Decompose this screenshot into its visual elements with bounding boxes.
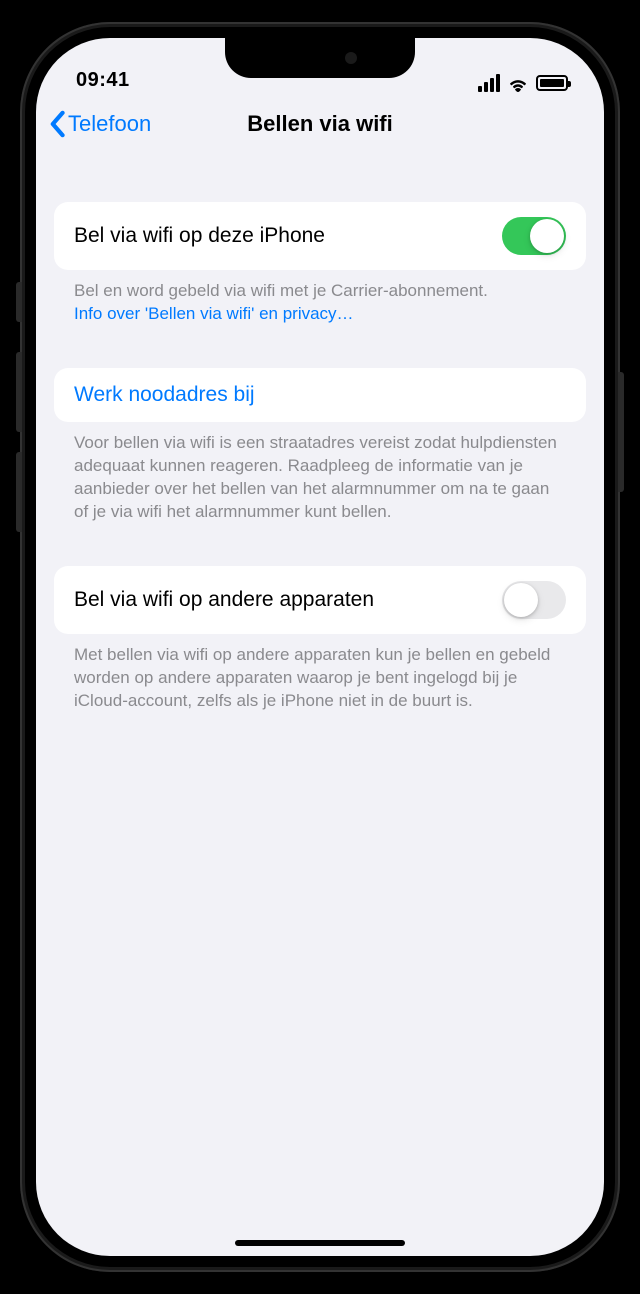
cell-label: Bel via wifi op deze iPhone (74, 224, 325, 248)
status-time: 09:41 (76, 69, 130, 92)
group-other-devices: Bel via wifi op andere apparaten Met bel… (54, 566, 586, 713)
back-label: Telefoon (68, 111, 151, 137)
footer-emergency: Voor bellen via wifi is een straatadres … (54, 422, 586, 524)
content: Bel via wifi op deze iPhone Bel en word … (36, 152, 604, 712)
page-title: Bellen via wifi (247, 111, 393, 137)
mute-switch (16, 282, 22, 322)
power-button (618, 372, 624, 492)
cell-update-emergency-address[interactable]: Werk noodadres bij (54, 368, 586, 422)
phone-frame: 09:41 Telefoon Bellen via wifi (20, 22, 620, 1272)
screen: 09:41 Telefoon Bellen via wifi (36, 38, 604, 1256)
cellular-icon (478, 74, 500, 92)
toggle-wifi-this-iphone[interactable] (502, 217, 566, 255)
volume-up-button (16, 352, 22, 432)
chevron-left-icon (48, 110, 66, 138)
cell-label: Werk noodadres bij (74, 383, 255, 407)
group-wifi-this-iphone: Bel via wifi op deze iPhone Bel en word … (54, 202, 586, 326)
battery-icon (536, 75, 568, 91)
nav-bar: Telefoon Bellen via wifi (36, 96, 604, 152)
notch (225, 38, 415, 78)
volume-down-button (16, 452, 22, 532)
wifi-icon (507, 75, 529, 91)
footer-other-devices: Met bellen via wifi op andere apparaten … (54, 634, 586, 713)
group-emergency: Werk noodadres bij Voor bellen via wifi … (54, 368, 586, 524)
toggle-wifi-other-devices[interactable] (502, 581, 566, 619)
cell-label: Bel via wifi op andere apparaten (74, 588, 374, 612)
home-indicator[interactable] (235, 1240, 405, 1246)
back-button[interactable]: Telefoon (48, 110, 151, 138)
footer-wifi-this-iphone: Bel en word gebeld via wifi met je Carri… (54, 270, 586, 326)
privacy-link[interactable]: Info over 'Bellen via wifi' en privacy… (74, 304, 354, 323)
cell-wifi-this-iphone[interactable]: Bel via wifi op deze iPhone (54, 202, 586, 270)
cell-wifi-other-devices[interactable]: Bel via wifi op andere apparaten (54, 566, 586, 634)
